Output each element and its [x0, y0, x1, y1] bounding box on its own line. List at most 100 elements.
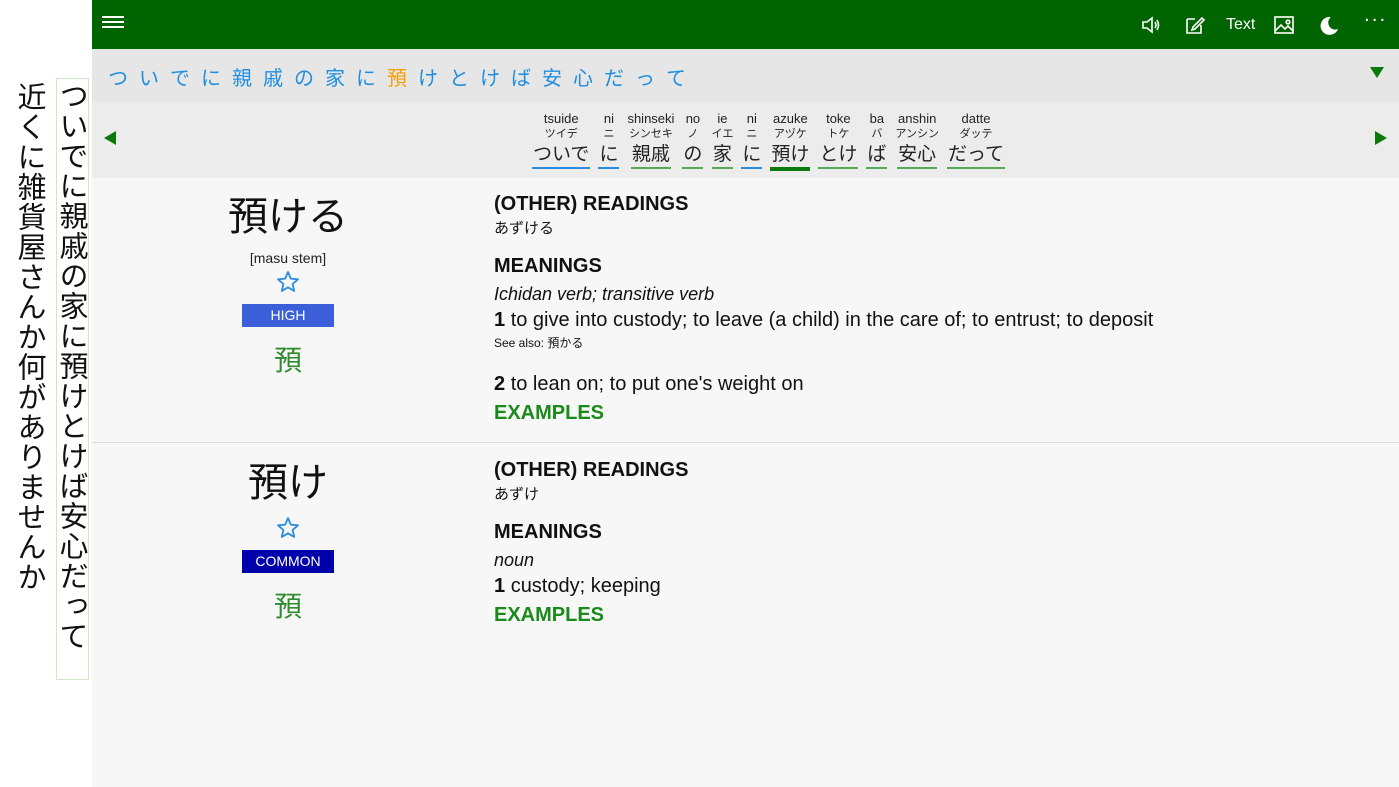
word-token[interactable]: datte ダッテだって [946, 111, 1006, 171]
sentence-char[interactable]: 預 [387, 62, 407, 91]
token-surface: に [741, 142, 763, 169]
sentence-char[interactable]: い [139, 62, 159, 91]
next-arrow-icon[interactable] [1375, 131, 1387, 145]
token-romaji: ni [746, 111, 757, 126]
sentence-char[interactable]: だ [604, 62, 624, 91]
kanji-link[interactable]: 預 [274, 585, 302, 625]
vertical-sentence[interactable]: 近くに雑貨屋さんか何がありませんか [13, 82, 47, 592]
sense-text: custody; keeping [510, 575, 661, 597]
token-katakana: トケ [827, 127, 850, 140]
token-romaji: azuke [773, 111, 808, 126]
token-romaji: no [685, 111, 701, 126]
token-surface: の [682, 142, 704, 169]
word-token-bar: tsuide ツイデ ついで ni ニに shinseki シンセキ 親戚 no ノの ie イエ家 n… [92, 102, 1399, 178]
previous-arrow-icon[interactable] [104, 131, 116, 145]
dictionary-entry: 預け COMMON 預 (OTHER) READINGS あずけ MEANING… [92, 444, 1399, 787]
token-katakana: ダッテ [959, 127, 993, 140]
form-note: [masu stem] [249, 250, 327, 266]
entry-headword-block: 預け COMMON 預 [238, 460, 338, 625]
token-surface: 預け [770, 142, 811, 171]
favorite-star-icon[interactable] [276, 270, 300, 294]
reading-text: あずける [494, 219, 555, 237]
meanings-heading: MEANINGS [494, 255, 602, 277]
token-list: tsuide ツイデ ついで ni ニに shinseki シンセキ 親戚 no ノの ie イエ家 n… [532, 111, 1013, 171]
hamburger-icon[interactable] [102, 13, 124, 35]
dictionary-entry: 預ける [masu stem] HIGH 預 (OTHER) READINGS … [92, 178, 1399, 443]
sense: 2 to lean on; to put one's weight on [494, 373, 1153, 396]
word-token[interactable]: ba バば [866, 111, 888, 171]
part-of-speech: noun [494, 550, 535, 570]
vertical-sentence-selected[interactable]: ついでに親戚の家に預けとけば安心だって [55, 78, 89, 680]
sense-text: to give into custody; to leave (a child)… [510, 309, 1154, 331]
kanji-link[interactable]: 預 [274, 339, 302, 379]
frequency-badge: HIGH [242, 304, 334, 327]
token-surface: ついで [532, 142, 591, 169]
token-surface: 安心 [897, 142, 938, 169]
word-token[interactable]: anshin アンシン安心 [895, 111, 939, 171]
word-token[interactable]: no ノの [682, 111, 704, 171]
token-surface: 親戚 [630, 142, 671, 169]
sentence-char[interactable]: ば [511, 62, 531, 91]
sentence-char[interactable]: 戚 [263, 62, 283, 91]
sentence-char[interactable]: の [294, 62, 314, 91]
sentence-char[interactable]: で [170, 62, 190, 91]
sentence-char[interactable]: つ [108, 62, 128, 91]
sentence-characters: ついでに親戚の家に預けとけば安心だって [108, 62, 697, 91]
sense-number: 1 [494, 575, 506, 597]
sentence-bar: ついでに親戚の家に預けとけば安心だって [92, 49, 1399, 102]
word-token[interactable]: tsuide ツイデ ついで [532, 111, 591, 171]
token-surface: に [598, 142, 620, 169]
sentence-char[interactable]: け [418, 62, 438, 91]
token-surface: 家 [711, 142, 733, 169]
sense: 1 to give into custody; to leave (a chil… [494, 309, 1153, 332]
token-katakana: ツイデ [544, 127, 578, 140]
sentence-char[interactable]: に [356, 62, 376, 91]
token-romaji: datte [961, 111, 991, 126]
token-surface: だって [946, 142, 1006, 169]
speaker-icon[interactable] [1140, 14, 1162, 36]
image-icon[interactable] [1273, 14, 1295, 36]
readings-heading: (OTHER) READINGS [494, 459, 689, 481]
readings-heading: (OTHER) READINGS [494, 193, 689, 215]
token-romaji: ie [717, 111, 728, 126]
token-katakana: ノ [687, 127, 699, 140]
dictionary-app: Text ··· ついでに親戚の家に預けとけば安心だって tsuide ツイデ つい… [92, 0, 1399, 787]
word-token[interactable]: toke トケとけ [818, 111, 859, 171]
vertical-text-pane: ついでに親戚の家に預けとけば安心だって 近くに雑貨屋さんか何がありませんか [0, 0, 92, 787]
word-token[interactable]: shinseki シンセキ 親戚 [627, 111, 674, 171]
entry-details: (OTHER) READINGS あずける MEANINGS Ichidan v… [494, 192, 1153, 425]
examples-link[interactable]: EXAMPLES [494, 604, 688, 627]
edit-icon[interactable] [1184, 14, 1206, 36]
word-token[interactable]: azuke アヅケ 預け [770, 111, 811, 171]
sentence-char[interactable]: 家 [325, 62, 345, 91]
headword: 預け [248, 460, 328, 506]
see-also-link[interactable]: See also: 預かる [494, 334, 1153, 351]
meanings-heading: MEANINGS [494, 521, 602, 543]
favorite-star-icon[interactable] [276, 516, 300, 540]
token-katakana: ニ [746, 127, 758, 140]
token-romaji: anshin [898, 111, 937, 126]
sentence-char[interactable]: に [201, 62, 221, 91]
token-surface: ば [866, 142, 888, 169]
token-romaji: toke [826, 111, 851, 126]
text-mode-button[interactable]: Text [1226, 16, 1255, 38]
word-token[interactable]: ni ニに [598, 111, 620, 171]
token-surface: とけ [818, 142, 859, 169]
sentence-char[interactable]: 安 [542, 62, 562, 91]
more-options-icon[interactable]: ··· [1364, 10, 1387, 32]
token-katakana: ニ [603, 127, 615, 140]
word-token[interactable]: ni ニに [741, 111, 763, 171]
sense-number: 1 [494, 309, 506, 331]
moon-icon[interactable] [1318, 14, 1340, 36]
word-token[interactable]: ie イエ家 [711, 111, 733, 171]
sentence-char[interactable]: 親 [232, 62, 252, 91]
examples-link[interactable]: EXAMPLES [494, 402, 1153, 425]
sentence-char[interactable]: て [666, 62, 686, 91]
sentence-char[interactable]: け [480, 62, 500, 91]
token-katakana: アンシン [895, 127, 939, 140]
sentence-char[interactable]: 心 [573, 62, 593, 91]
expand-arrow-icon[interactable] [1370, 67, 1384, 78]
sentence-char[interactable]: と [449, 62, 469, 91]
sentence-char[interactable]: っ [635, 62, 655, 91]
reading-text: あずけ [494, 485, 540, 503]
